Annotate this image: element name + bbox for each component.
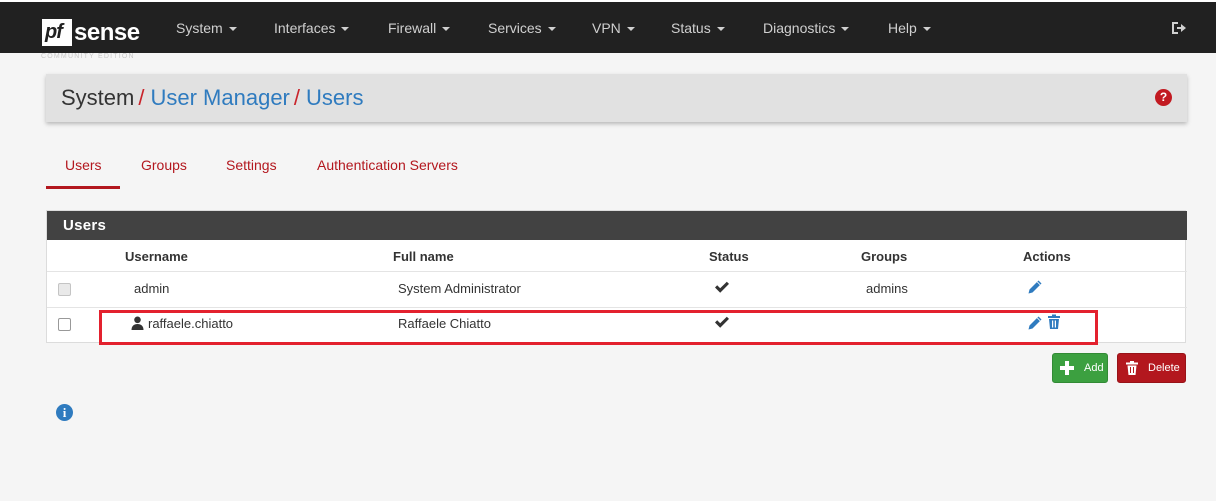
tab-authentication-servers[interactable]: Authentication Servers [317,157,458,173]
add-button-label: Add [1084,362,1104,374]
caret-down-icon [228,27,237,32]
users-panel: Users Username Full name Status Groups A… [46,210,1187,343]
info-circle-icon[interactable]: i [56,404,73,421]
nav-system[interactable]: System [176,20,237,36]
breadcrumb-user-manager[interactable]: User Manager [150,85,289,110]
logo-edition-text: COMMUNITY EDITION [41,53,135,60]
nav-status[interactable]: Status [671,20,725,36]
users-panel-title: Users [63,217,107,234]
user-icon [131,316,144,330]
caret-down-icon [841,27,850,32]
caret-down-icon [922,27,931,32]
logo-pf: pf [42,18,72,46]
caret-down-icon [442,27,451,32]
tab-groups[interactable]: Groups [141,157,187,173]
check-icon [715,281,729,293]
column-header-groups: Groups [861,249,908,264]
nav-services-label: Services [488,20,542,36]
breadcrumb-panel: System / User Manager / Users ? [46,74,1187,122]
nav-status-label: Status [671,20,711,36]
nav-firewall-label: Firewall [388,20,437,36]
nav-system-label: System [176,20,223,36]
tab-settings[interactable]: Settings [226,157,277,173]
column-header-actions: Actions [1023,249,1071,264]
row-select-checkbox[interactable] [58,318,71,331]
column-header-username: Username [125,249,188,264]
active-tab-indicator [46,186,120,189]
nav-interfaces[interactable]: Interfaces [274,20,350,36]
full-name-cell: Raffaele Chiatto [398,316,491,331]
breadcrumb-separator: / [293,85,300,110]
nav-vpn[interactable]: VPN [592,20,635,36]
pfsense-logo[interactable]: pf sense [42,17,140,47]
question-circle-icon[interactable]: ? [1155,89,1172,106]
breadcrumb: System / User Manager / Users [61,85,363,111]
nav-services[interactable]: Services [488,20,556,36]
username-cell: admin [134,281,170,296]
check-icon [715,316,729,328]
column-header-full-name: Full name [393,249,454,264]
row-divider [47,307,1187,308]
table-divider [47,271,1187,272]
add-user-button[interactable]: Add [1052,353,1108,383]
caret-down-icon [716,27,725,32]
pencil-icon[interactable] [1027,315,1043,331]
caret-down-icon [341,27,350,32]
breadcrumb-system: System [61,85,135,110]
delete-button-label: Delete [1148,362,1180,374]
caret-down-icon [626,27,635,32]
sign-out-icon[interactable] [1170,20,1186,36]
nav-interfaces-label: Interfaces [274,20,336,36]
groups-cell: admins [866,281,908,296]
top-navbar: pf sense System Interfaces Firewall Serv… [0,0,1216,53]
logo-sense: sense [74,18,140,46]
plus-icon [1060,361,1074,375]
delete-users-button[interactable]: Delete [1117,353,1186,383]
nav-diagnostics[interactable]: Diagnostics [763,20,850,36]
breadcrumb-users[interactable]: Users [306,85,363,110]
nav-diagnostics-label: Diagnostics [763,20,836,36]
caret-down-icon [547,27,556,32]
pencil-icon[interactable] [1027,279,1043,295]
tab-users[interactable]: Users [65,157,102,173]
username-cell: raffaele.chiatto [148,316,234,331]
trash-icon[interactable] [1046,314,1062,330]
full-name-cell: System Administrator [398,281,521,296]
nav-help[interactable]: Help [888,20,931,36]
column-header-status: Status [709,249,749,264]
breadcrumb-separator: / [138,85,145,110]
nav-firewall[interactable]: Firewall [388,20,451,36]
nav-vpn-label: VPN [592,20,621,36]
trash-icon [1126,361,1138,375]
nav-help-label: Help [888,20,917,36]
users-panel-header: Users [47,211,1187,240]
row-select-checkbox [58,283,71,296]
